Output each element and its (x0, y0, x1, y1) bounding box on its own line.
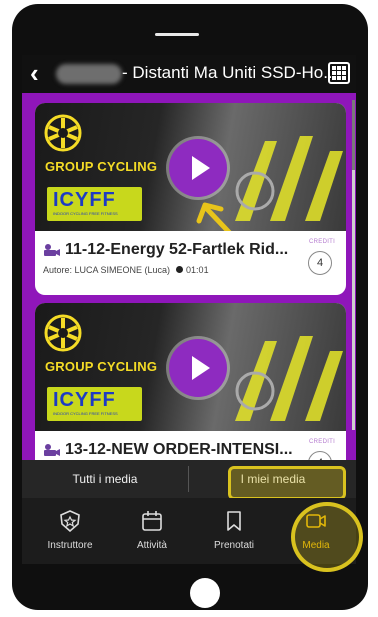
media-list[interactable]: GROUP CYCLING ICYFF INDOOR CYCLING FREE … (22, 93, 356, 460)
nav-item-booked[interactable]: Prenotati (194, 498, 274, 564)
clock-icon (176, 266, 184, 273)
credits-label: CREDITI (309, 239, 336, 245)
credits-label: CREDITI (309, 439, 336, 445)
nav-label: Prenotati (213, 540, 255, 551)
card-title-row: 13-12-NEW ORDER-INTENSI... (43, 441, 313, 460)
nav-item-instructor[interactable]: Instruttore (30, 498, 110, 564)
play-button[interactable] (169, 339, 227, 397)
group-cycling-logo-icon (44, 314, 82, 352)
annotation-arrow (196, 202, 232, 231)
brand-text: GROUP CYCLING (45, 159, 158, 174)
video-class-icon (44, 244, 60, 256)
media-card[interactable]: GROUP CYCLING ICYFF INDOOR CYCLING FREE … (35, 303, 346, 460)
scrollbar-thumb[interactable] (352, 100, 355, 170)
credits-badge: 4 (308, 251, 332, 275)
highlight-annotation (291, 502, 363, 572)
video-class-icon (44, 444, 60, 456)
play-button[interactable] (169, 139, 227, 197)
calendar-icon (142, 511, 162, 531)
grid-menu-icon[interactable] (328, 62, 350, 84)
author-name: Autore: LUCA SIMEONE (Luca) (43, 265, 171, 275)
duration: 01:01 (186, 265, 209, 275)
top-bar: ‹ - Distanti Ma Uniti SSD-Ho... (22, 55, 356, 93)
redacted-name (56, 64, 122, 84)
highlight-annotation (228, 466, 346, 500)
video-title: 11-12-Energy 52-Fartlek Rid... (65, 241, 289, 258)
media-card[interactable]: GROUP CYCLING ICYFF INDOOR CYCLING FREE … (35, 103, 346, 295)
tab-divider (188, 466, 189, 492)
video-meta: Autore: LUCA SIMEONE (Luca) 01:01 (43, 265, 209, 275)
group-cycling-logo-icon (44, 114, 82, 152)
icyff-logo: ICYFF INDOOR CYCLING FREE FITNESS (47, 187, 142, 221)
back-chevron-icon[interactable]: ‹ (30, 59, 39, 87)
bike-graphic (235, 336, 343, 421)
icyff-logo: ICYFF INDOOR CYCLING FREE FITNESS (47, 387, 142, 421)
nav-item-activities[interactable]: Attività (112, 498, 192, 564)
video-thumbnail[interactable]: GROUP CYCLING ICYFF INDOOR CYCLING FREE … (35, 303, 346, 431)
tab-all-media[interactable]: Tutti i media (22, 460, 188, 498)
card-title-row: 11-12-Energy 52-Fartlek Rid... (43, 241, 313, 261)
status-notch (155, 33, 199, 36)
video-thumbnail[interactable]: GROUP CYCLING ICYFF INDOOR CYCLING FREE … (35, 103, 346, 231)
home-button[interactable] (190, 578, 220, 608)
brand-text: GROUP CYCLING (45, 359, 158, 374)
nav-label: Instruttore (47, 540, 93, 551)
bookmark-icon (227, 511, 241, 531)
video-title: 13-12-NEW ORDER-INTENSI... (65, 441, 293, 458)
page-title: - Distanti Ma Uniti SSD-Ho... (122, 63, 338, 82)
badge-icon (60, 510, 80, 532)
nav-label: Attività (136, 540, 167, 551)
